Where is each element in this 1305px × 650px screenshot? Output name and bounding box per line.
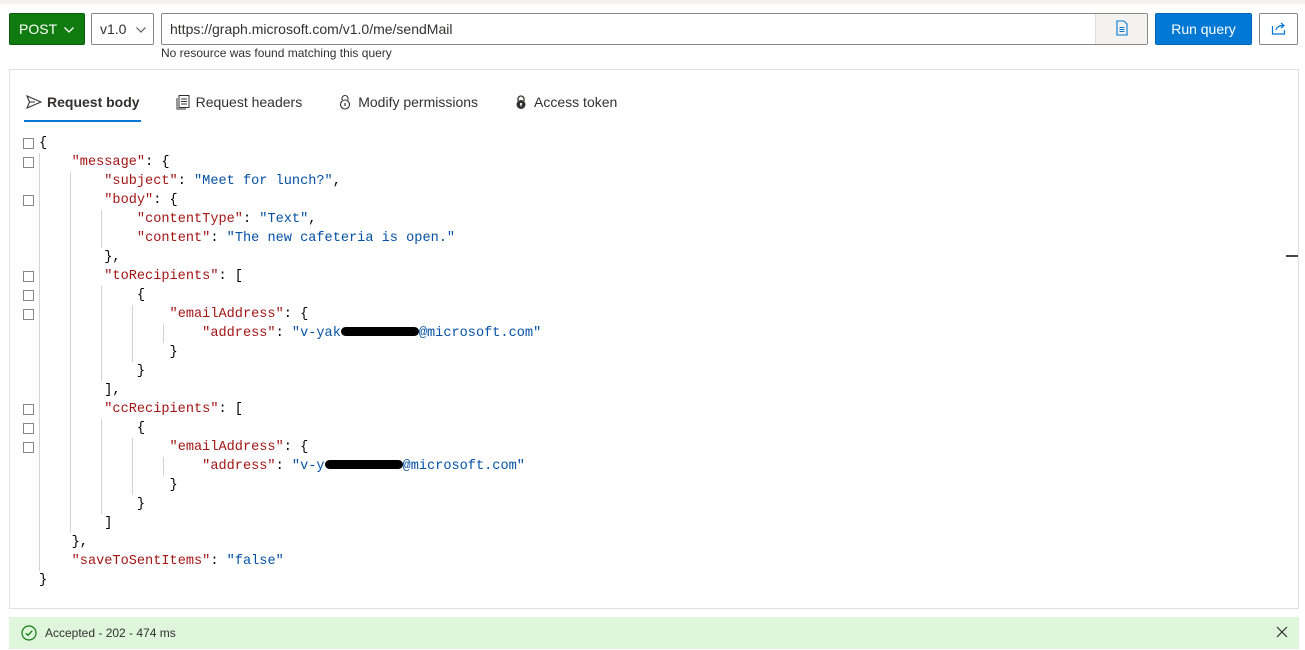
code-line: "address": "v-y @microsoft.com" xyxy=(202,459,525,474)
json-string: "Meet for lunch?" xyxy=(194,174,333,189)
code-line: } xyxy=(39,345,178,360)
status-text: Accepted - 202 - 474 ms xyxy=(45,626,176,640)
code-line: } xyxy=(39,364,146,379)
json-key: "toRecipients" xyxy=(104,269,219,284)
tab-modify-permissions[interactable]: Modify permissions xyxy=(335,84,479,120)
response-status-bar: Accepted - 202 - 474 ms xyxy=(9,617,1299,649)
code-line: "saveToSentItems": "false" xyxy=(71,554,284,569)
code-line: } xyxy=(39,478,178,493)
query-url-input[interactable] xyxy=(162,14,1096,44)
top-divider xyxy=(0,0,1305,4)
json-string: "The new cafeteria is open." xyxy=(226,231,456,246)
json-string: "v-y xyxy=(291,459,325,474)
json-key: "subject" xyxy=(104,174,178,189)
fold-toggle[interactable] xyxy=(23,290,34,301)
lock-icon xyxy=(512,93,530,111)
permissions-icon xyxy=(336,93,354,111)
request-panel: Request body Request headers Modify perm… xyxy=(9,69,1299,609)
redaction-mark xyxy=(324,459,403,469)
code-line: "body": { xyxy=(104,193,178,208)
code-line: "emailAddress": { xyxy=(169,440,309,455)
code-line: "toRecipients": [ xyxy=(104,269,243,284)
headers-icon xyxy=(174,93,192,111)
fold-toggle[interactable] xyxy=(23,271,34,282)
request-tabs: Request body Request headers Modify perm… xyxy=(24,84,650,122)
api-version-dropdown[interactable]: v1.0 xyxy=(91,13,154,45)
tab-label: Access token xyxy=(534,94,618,110)
json-key: "contentType" xyxy=(136,212,243,227)
http-method-dropdown[interactable]: POST xyxy=(9,13,85,45)
code-line: "content": "The new cafeteria is open." xyxy=(136,231,456,246)
code-line: "ccRecipients": [ xyxy=(104,402,243,417)
tab-label: Modify permissions xyxy=(358,94,479,110)
chevron-down-icon xyxy=(135,23,147,39)
code-line: "emailAddress": { xyxy=(169,307,309,322)
code-line: "subject": "Meet for lunch?", xyxy=(104,174,341,189)
http-method-label: POST xyxy=(19,21,58,37)
tab-access-token[interactable]: Access token xyxy=(511,84,618,120)
redaction-mark xyxy=(340,326,419,336)
share-icon xyxy=(1271,21,1287,38)
json-key: "address" xyxy=(202,459,276,474)
code-line: "message": { xyxy=(71,155,170,170)
fold-toggle[interactable] xyxy=(23,157,34,168)
query-hint-text: No resource was found matching this quer… xyxy=(161,46,392,60)
code-line: }, xyxy=(39,535,88,550)
code-line: } xyxy=(39,497,146,512)
tab-label: Request headers xyxy=(195,94,303,110)
close-icon[interactable] xyxy=(1275,625,1289,642)
run-query-button[interactable]: Run query xyxy=(1155,13,1252,45)
json-key: "ccRecipients" xyxy=(104,402,219,417)
code-line: { xyxy=(39,136,48,151)
json-key: "message" xyxy=(71,155,146,170)
code-line: ], xyxy=(39,383,121,398)
code-line: "contentType": "Text", xyxy=(136,212,317,227)
chevron-down-icon xyxy=(63,23,75,39)
fold-toggle[interactable] xyxy=(23,442,34,453)
document-icon xyxy=(1115,19,1129,39)
code-line: ] xyxy=(39,516,113,531)
json-key: "emailAddress" xyxy=(169,307,284,322)
overview-ruler-mark xyxy=(1286,255,1298,257)
json-string: "false" xyxy=(226,554,284,569)
fold-toggle[interactable] xyxy=(23,138,34,149)
code-line: { xyxy=(39,288,146,303)
code-line: } xyxy=(39,573,48,588)
share-query-button[interactable] xyxy=(1259,13,1298,45)
json-string: @microsoft.com" xyxy=(418,326,542,341)
json-string: @microsoft.com" xyxy=(402,459,525,474)
code-line: "address": "v-yak @microsoft.com" xyxy=(202,326,542,341)
tab-label: Request body xyxy=(47,94,140,110)
fold-toggle[interactable] xyxy=(23,309,34,320)
code-line: }, xyxy=(39,250,121,265)
tab-request-headers[interactable]: Request headers xyxy=(173,84,304,120)
json-key: "content" xyxy=(136,231,211,246)
json-string: "v-yak xyxy=(291,326,341,341)
json-string: "Text" xyxy=(259,212,309,227)
query-url-box xyxy=(161,13,1148,45)
send-icon xyxy=(25,93,43,111)
request-body-editor[interactable]: { "message": { "subject": "Meet for lunc… xyxy=(10,134,1298,604)
json-key: "emailAddress" xyxy=(169,440,284,455)
json-key: "address" xyxy=(202,326,276,341)
fold-toggle[interactable] xyxy=(23,404,34,415)
json-key: "body" xyxy=(104,193,154,208)
json-key: "saveToSentItems" xyxy=(71,554,211,569)
code-line: { xyxy=(39,421,146,436)
fold-toggle[interactable] xyxy=(23,195,34,206)
success-check-icon xyxy=(21,625,37,641)
api-version-label: v1.0 xyxy=(100,21,127,37)
tab-request-body[interactable]: Request body xyxy=(24,84,141,122)
fold-toggle[interactable] xyxy=(23,423,34,434)
documentation-button[interactable] xyxy=(1095,14,1147,44)
